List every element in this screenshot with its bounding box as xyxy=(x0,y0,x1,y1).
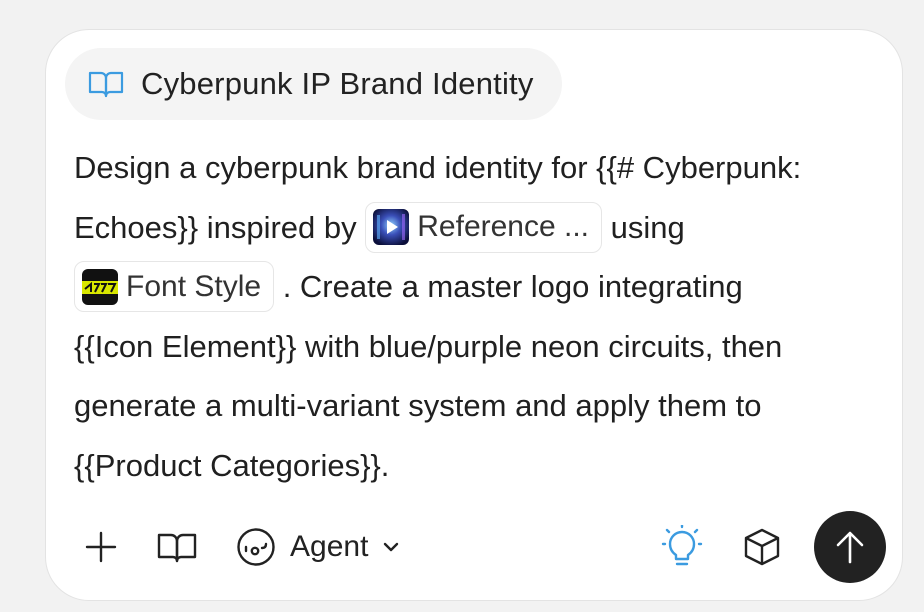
prompt-line-6: {{Product Categories}}. xyxy=(74,447,390,483)
inspiration-button[interactable] xyxy=(660,524,704,570)
reference-chip[interactable]: Reference ... xyxy=(365,201,603,253)
plus-icon xyxy=(85,531,117,563)
cube-icon xyxy=(744,528,780,566)
prompt-text[interactable]: Design a cyberpunk brand identity for {{… xyxy=(74,138,884,495)
chevron-down-icon xyxy=(384,542,399,552)
font-thumbnail xyxy=(82,268,118,305)
title-chip-label: Cyberpunk IP Brand Identity xyxy=(141,66,534,101)
prompt-line-2-post: using xyxy=(610,209,685,245)
knowledge-button[interactable] xyxy=(155,526,199,568)
arrow-up-icon xyxy=(836,531,864,564)
model-button[interactable] xyxy=(740,525,784,569)
prompt-line-5: generate a multi-variant system and appl… xyxy=(74,388,762,423)
prompt-line-3: Font Style . Create a master logo integr… xyxy=(74,257,884,317)
video-thumbnail xyxy=(373,209,410,246)
prompt-line-4: {{Icon Element}} with blue/purple neon c… xyxy=(74,328,783,364)
agent-face-icon xyxy=(237,528,275,566)
lightbulb-icon xyxy=(661,525,703,566)
font-style-chip-label: Font Style xyxy=(126,269,262,303)
book-open-icon xyxy=(87,69,125,99)
prompt-line-1: Design a cyberpunk brand identity for {{… xyxy=(74,150,802,185)
prompt-card: Cyberpunk IP Brand Identity Design a cyb… xyxy=(45,29,903,601)
font-style-chip[interactable]: Font Style xyxy=(74,261,275,313)
prompt-line-2-pre: Echoes}} inspired by xyxy=(74,209,357,245)
add-button[interactable] xyxy=(80,526,122,568)
composer-toolbar: Agent xyxy=(46,508,902,588)
agent-label: Agent xyxy=(290,530,369,563)
title-chip[interactable]: Cyberpunk IP Brand Identity xyxy=(65,48,562,120)
prompt-line-3-post: . Create a master logo integrating xyxy=(282,269,743,304)
book-open-icon xyxy=(157,533,197,563)
send-button[interactable] xyxy=(814,511,886,583)
agent-selector[interactable]: Agent xyxy=(236,520,400,574)
reference-chip-label: Reference ... xyxy=(417,210,590,244)
prompt-line-2: Echoes}} inspired by Reference ... using xyxy=(74,198,884,258)
